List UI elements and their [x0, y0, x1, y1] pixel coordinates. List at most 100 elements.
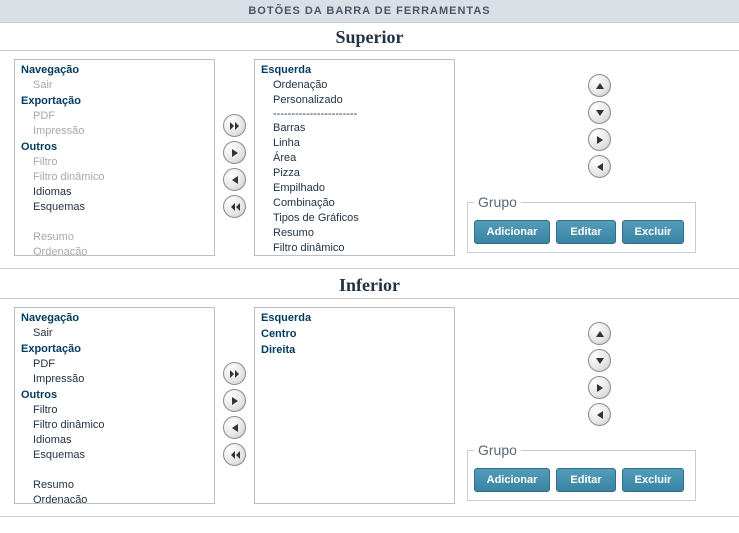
list-group[interactable]: Navegação: [15, 310, 214, 326]
list-item[interactable]: Linha: [255, 136, 454, 151]
double-left-icon: [230, 202, 240, 212]
double-right-icon: [230, 369, 240, 379]
down-icon: [595, 357, 605, 365]
list-separator: -----------------------: [255, 108, 454, 121]
list-item[interactable]: Esquemas: [15, 448, 214, 463]
down-icon: [595, 109, 605, 117]
transfer-buttons-inferior: [223, 307, 246, 466]
move-down-button[interactable]: [588, 349, 611, 372]
divider: [0, 50, 739, 51]
list-item: Sair: [15, 78, 214, 93]
list-item[interactable]: Ordenação: [15, 493, 214, 504]
group-fieldset-inferior: Grupo Adicionar Editar Excluir: [467, 442, 696, 501]
selected-list-inferior[interactable]: EsquerdaCentroDireita: [254, 307, 455, 504]
list-item[interactable]: Sair: [15, 326, 214, 341]
left-icon: [596, 162, 604, 172]
move-all-right-button[interactable]: [223, 114, 246, 137]
move-all-left-button[interactable]: [223, 443, 246, 466]
right-icon: [596, 383, 604, 393]
list-item: Filtro: [15, 155, 214, 170]
move-right-button[interactable]: [223, 141, 246, 164]
list-group[interactable]: Centro: [255, 326, 454, 342]
list-item: PDF: [15, 109, 214, 124]
list-item: Impressão: [15, 124, 214, 139]
list-group[interactable]: Esquerda: [255, 62, 454, 78]
order-buttons-inferior: [463, 322, 696, 426]
row-inferior: NavegaçãoSairExportaçãoPDFImpressãoOutro…: [0, 301, 739, 516]
available-list-inferior[interactable]: NavegaçãoSairExportaçãoPDFImpressãoOutro…: [14, 307, 215, 504]
move-up-button[interactable]: [588, 74, 611, 97]
divider: [0, 268, 739, 269]
list-group[interactable]: Exportação: [15, 341, 214, 357]
list-item[interactable]: Resumo: [255, 226, 454, 241]
double-right-icon: [230, 121, 240, 131]
page-title: BOTÕES DA BARRA DE FERRAMENTAS: [0, 0, 739, 23]
double-left-icon: [230, 450, 240, 460]
list-item[interactable]: Filtro: [15, 403, 214, 418]
move-all-left-button[interactable]: [223, 195, 246, 218]
list-item[interactable]: [15, 463, 214, 478]
move-right-button-vertical[interactable]: [588, 128, 611, 151]
up-icon: [595, 82, 605, 90]
list-item[interactable]: Idiomas: [15, 185, 214, 200]
transfer-buttons-superior: [223, 59, 246, 218]
list-group[interactable]: Exportação: [15, 93, 214, 109]
up-icon: [595, 330, 605, 338]
move-left-button-vertical[interactable]: [588, 155, 611, 178]
list-item: Resumo: [15, 230, 214, 245]
left-icon: [231, 423, 239, 433]
list-group[interactable]: Esquerda: [255, 310, 454, 326]
list-item: Ordenação: [15, 245, 214, 256]
list-item[interactable]: Impressão: [15, 372, 214, 387]
section-heading-superior: Superior: [0, 23, 739, 50]
available-list-superior[interactable]: NavegaçãoSairExportaçãoPDFImpressãoOutro…: [14, 59, 215, 256]
group-legend: Grupo: [474, 194, 521, 210]
list-group[interactable]: Navegação: [15, 62, 214, 78]
move-down-button[interactable]: [588, 101, 611, 124]
list-item[interactable]: Idiomas: [15, 433, 214, 448]
left-icon: [596, 410, 604, 420]
row-superior: NavegaçãoSairExportaçãoPDFImpressãoOutro…: [0, 53, 739, 268]
group-delete-button[interactable]: Excluir: [622, 220, 684, 244]
move-left-button[interactable]: [223, 416, 246, 439]
list-group[interactable]: Outros: [15, 139, 214, 155]
list-item[interactable]: Filtro dinâmico: [15, 418, 214, 433]
list-item[interactable]: Personalizado: [255, 93, 454, 108]
list-item[interactable]: Empilhado: [255, 181, 454, 196]
move-all-right-button[interactable]: [223, 362, 246, 385]
list-item[interactable]: Resumo: [15, 478, 214, 493]
selected-list-superior[interactable]: EsquerdaOrdenaçãoPersonalizado----------…: [254, 59, 455, 256]
group-edit-button[interactable]: Editar: [556, 220, 616, 244]
list-item: [15, 215, 214, 230]
list-item[interactable]: PDF: [15, 357, 214, 372]
move-up-button[interactable]: [588, 322, 611, 345]
list-item[interactable]: Ordenação: [255, 78, 454, 93]
right-icon: [231, 148, 239, 158]
list-item[interactable]: Área: [255, 151, 454, 166]
list-item[interactable]: Filtro dinâmico: [255, 241, 454, 256]
divider: [0, 516, 739, 517]
list-item[interactable]: Combinação: [255, 196, 454, 211]
group-edit-button[interactable]: Editar: [556, 468, 616, 492]
move-left-button-vertical[interactable]: [588, 403, 611, 426]
list-item[interactable]: Pizza: [255, 166, 454, 181]
group-add-button[interactable]: Adicionar: [474, 220, 550, 244]
right-icon: [231, 396, 239, 406]
list-item[interactable]: Barras: [255, 121, 454, 136]
list-group[interactable]: Direita: [255, 342, 454, 358]
move-left-button[interactable]: [223, 168, 246, 191]
move-right-button-vertical[interactable]: [588, 376, 611, 399]
left-icon: [231, 175, 239, 185]
order-buttons-superior: [463, 74, 696, 178]
list-group[interactable]: Outros: [15, 387, 214, 403]
right-panel-superior: Grupo Adicionar Editar Excluir: [463, 59, 696, 253]
group-delete-button[interactable]: Excluir: [622, 468, 684, 492]
right-icon: [596, 135, 604, 145]
move-right-button[interactable]: [223, 389, 246, 412]
group-add-button[interactable]: Adicionar: [474, 468, 550, 492]
list-item[interactable]: Tipos de Gráficos: [255, 211, 454, 226]
divider: [0, 298, 739, 299]
group-fieldset-superior: Grupo Adicionar Editar Excluir: [467, 194, 696, 253]
list-item: Filtro dinâmico: [15, 170, 214, 185]
list-item[interactable]: Esquemas: [15, 200, 214, 215]
